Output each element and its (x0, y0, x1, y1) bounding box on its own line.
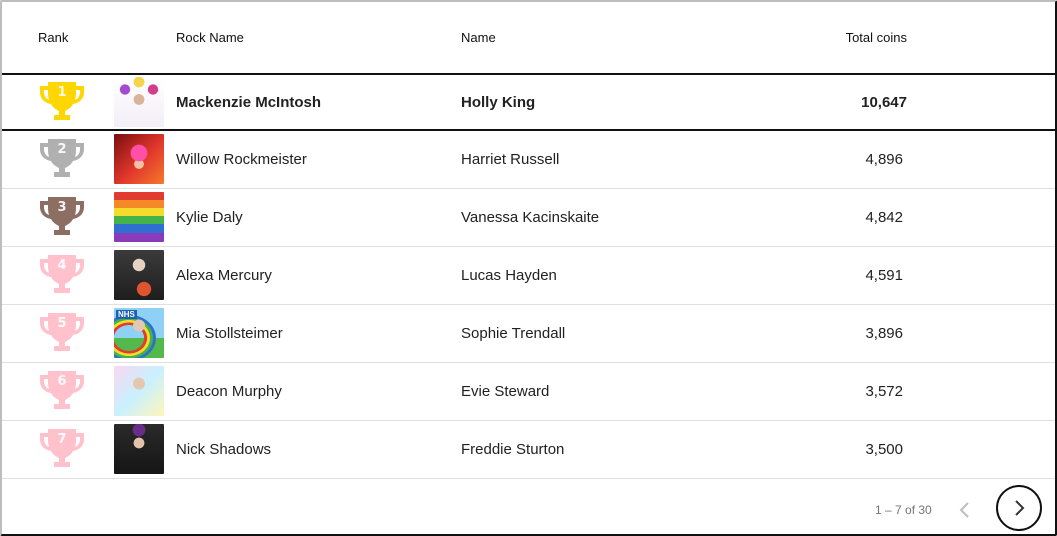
table-row[interactable]: 1 Mackenzie McIntosh Holly King 10,647 (2, 74, 1055, 130)
leaderboard-card: Rank Rock Name Name Total coins 1 Macken… (0, 0, 1057, 536)
previous-page-button[interactable] (943, 488, 987, 532)
trophy-icon: 1 (38, 80, 86, 124)
trophy-icon: 2 (38, 137, 86, 181)
table-row[interactable]: 5 NHS Mia Stollsteimer Sophie Trendall 3… (2, 304, 1055, 362)
header-rock-name[interactable]: Rock Name (176, 2, 461, 75)
player-name: Vanessa Kacinskaite (461, 208, 600, 226)
total-coins: 3,896 (865, 324, 903, 342)
table-row[interactable]: 2 Willow Rockmeister Harriet Russell 4,8… (2, 130, 1055, 188)
total-coins: 10,647 (861, 93, 907, 111)
rank-number: 5 (57, 316, 67, 331)
chevron-right-icon (1015, 500, 1025, 516)
trophy-icon: 6 (38, 369, 86, 413)
total-coins: 4,896 (865, 150, 903, 168)
table-row[interactable]: 4 Alexa Mercury Lucas Hayden 4,591 (2, 246, 1055, 304)
rock-name: Nick Shadows (176, 440, 272, 458)
trophy-icon: 3 (38, 195, 86, 239)
rank-number: 7 (57, 432, 67, 447)
player-name: Sophie Trendall (461, 324, 566, 342)
spacer-cell (907, 420, 1055, 478)
rank-cell: 6 (2, 362, 114, 420)
avatar (114, 424, 164, 474)
rank-cell: 5 (2, 304, 114, 362)
next-page-button[interactable] (996, 485, 1042, 531)
player-name: Harriet Russell (461, 150, 560, 168)
trophy-icon: 5 (38, 311, 86, 355)
rank-cell: 4 (2, 246, 114, 304)
total-coins: 3,500 (865, 440, 903, 458)
avatar-cell (114, 188, 176, 246)
spacer-cell (907, 304, 1055, 362)
header-rank[interactable]: Rank (2, 2, 114, 75)
header-total-coins[interactable]: Total coins (741, 2, 907, 75)
page-range-label: 1 – 7 of 30 (875, 503, 932, 517)
avatar (114, 134, 164, 185)
spacer-cell (907, 74, 1055, 130)
rock-name: Mackenzie McIntosh (176, 93, 322, 111)
table-row[interactable]: 6 Deacon Murphy Evie Steward 3,572 (2, 362, 1055, 420)
avatar-cell (114, 362, 176, 420)
spacer-cell (907, 246, 1055, 304)
rank-number: 1 (57, 85, 67, 100)
table-paginator: 1 – 7 of 30 (2, 485, 1055, 534)
total-coins: 3,572 (865, 382, 903, 400)
player-name: Evie Steward (461, 382, 550, 400)
table-row[interactable]: 7 Nick Shadows Freddie Sturton 3,500 (2, 420, 1055, 478)
leaderboard-table: Rank Rock Name Name Total coins 1 Macken… (2, 2, 1055, 479)
player-name: Freddie Sturton (461, 440, 565, 458)
avatar (114, 192, 164, 242)
chevron-left-icon (959, 502, 969, 518)
avatar-cell: NHS (114, 304, 176, 362)
total-coins: 4,842 (865, 208, 903, 226)
player-name: Lucas Hayden (461, 266, 557, 284)
avatar (114, 250, 164, 300)
rank-cell: 1 (2, 74, 114, 130)
trophy-icon: 4 (38, 253, 86, 297)
rank-number: 3 (57, 200, 67, 215)
table-row[interactable]: 3 Kylie Daly Vanessa Kacinskaite 4,842 (2, 188, 1055, 246)
rank-number: 2 (57, 142, 67, 158)
rank-cell: 3 (2, 188, 114, 246)
table-header-row: Rank Rock Name Name Total coins (2, 2, 1055, 75)
rank-number: 4 (57, 258, 67, 273)
player-name: Holly King (461, 93, 536, 111)
avatar: NHS (114, 308, 164, 358)
rank-cell: 7 (2, 420, 114, 478)
header-name[interactable]: Name (461, 2, 741, 75)
avatar-cell (114, 130, 176, 188)
spacer-cell (907, 188, 1055, 246)
rock-name: Mia Stollsteimer (176, 324, 283, 342)
total-coins: 4,591 (865, 266, 903, 284)
spacer-cell (907, 130, 1055, 188)
spacer-cell (907, 362, 1055, 420)
trophy-icon: 7 (38, 427, 86, 471)
avatar-cell (114, 246, 176, 304)
rock-name: Willow Rockmeister (176, 150, 307, 168)
rank-number: 6 (57, 374, 67, 389)
avatar (114, 77, 164, 127)
avatar (114, 366, 164, 416)
header-avatar (114, 2, 176, 75)
nhs-badge: NHS (116, 310, 137, 319)
rank-cell: 2 (2, 130, 114, 188)
rock-name: Deacon Murphy (176, 382, 282, 400)
rock-name: Alexa Mercury (176, 266, 272, 284)
avatar-cell (114, 420, 176, 478)
rock-name: Kylie Daly (176, 208, 243, 226)
header-spacer (907, 2, 1055, 75)
avatar-cell (114, 74, 176, 130)
